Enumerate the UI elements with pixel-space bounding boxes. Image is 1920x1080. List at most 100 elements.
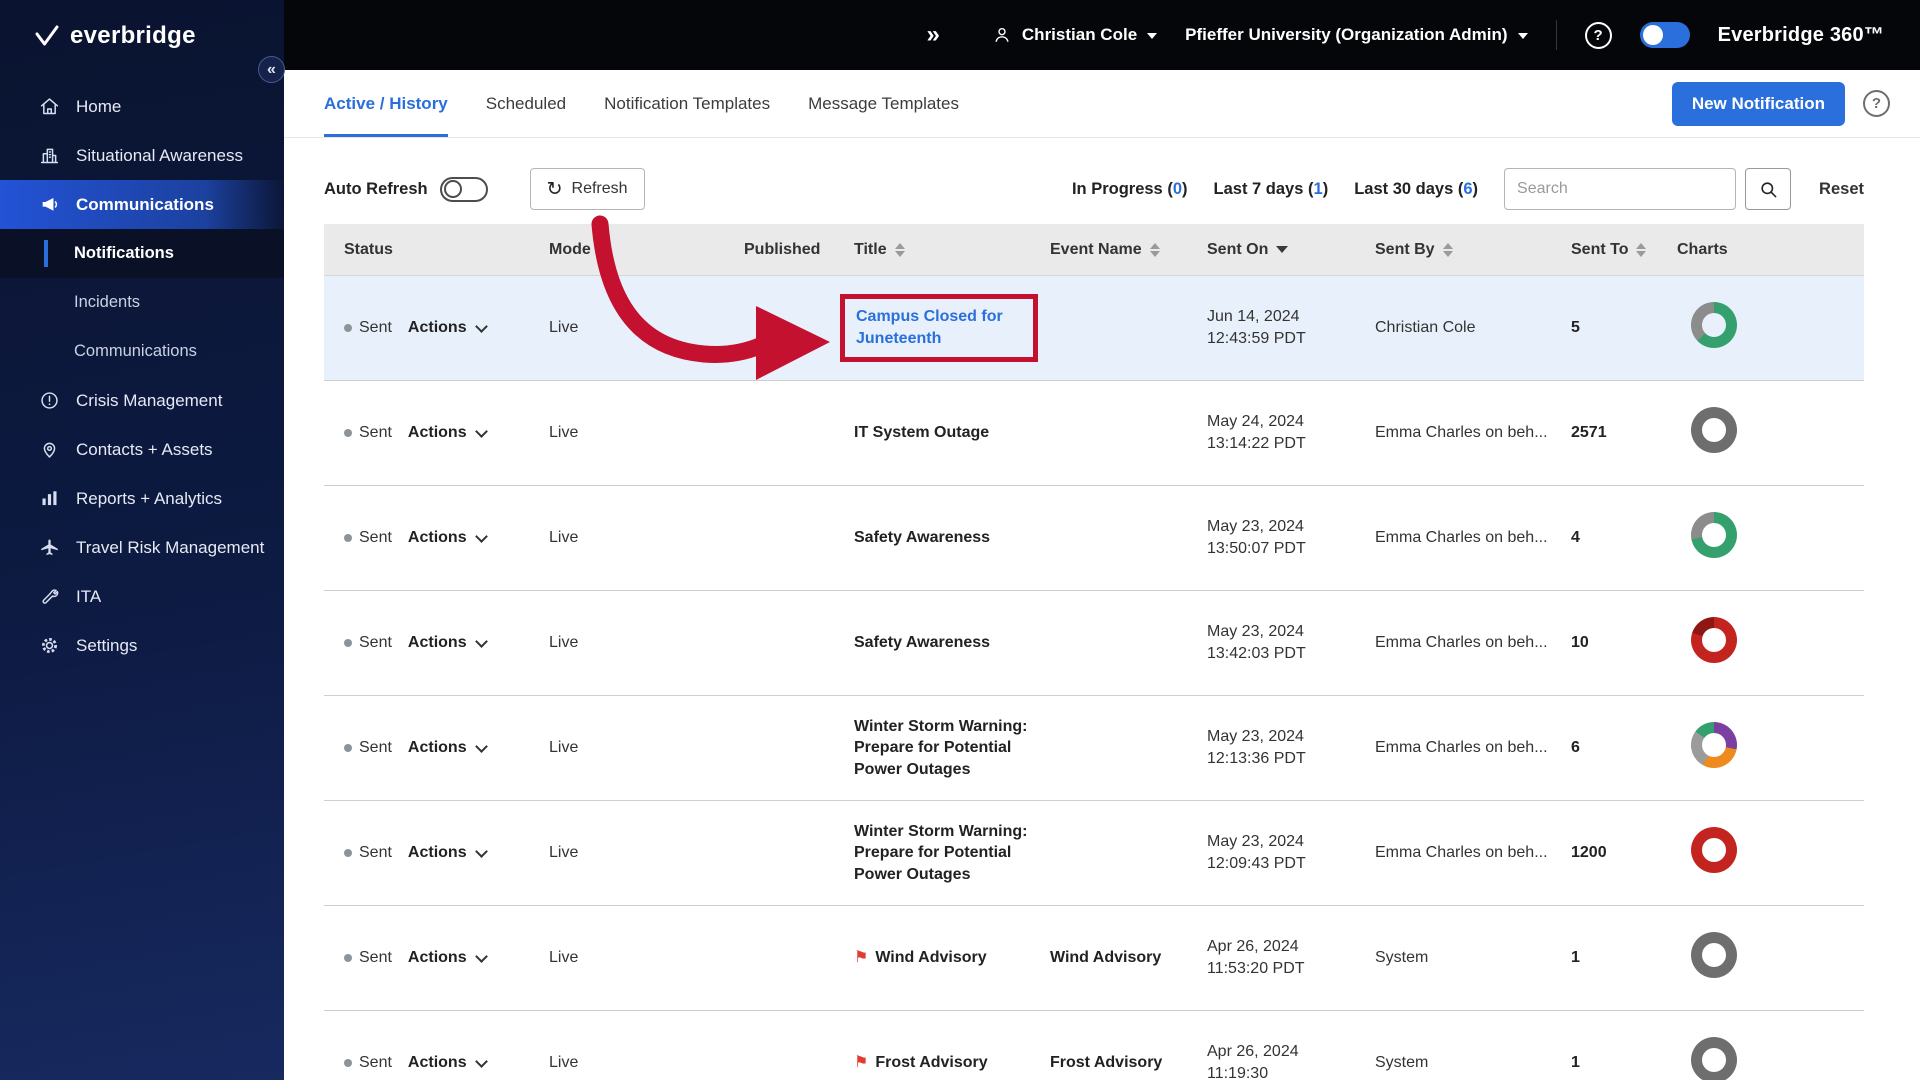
column-header-published: Published: [744, 241, 854, 259]
notification-title-link[interactable]: Campus Closed for Juneteenth: [840, 294, 1038, 362]
filter-last-7-days[interactable]: Last 7 days1: [1214, 180, 1329, 199]
column-header-event-name[interactable]: Event Name: [1050, 241, 1207, 259]
actions-dropdown[interactable]: Actions: [407, 632, 488, 654]
notification-title-link[interactable]: Safety Awareness: [854, 529, 990, 546]
table-row[interactable]: Sent Actions Live Safety Awareness May 23, 2…: [324, 486, 1864, 591]
chevron-down-icon: [474, 1054, 488, 1068]
chevron-down-icon: [474, 634, 488, 648]
sidebar-collapse-button[interactable]: «: [258, 56, 285, 83]
title-cell: Campus Closed for Juneteenth: [840, 294, 1050, 362]
new-notification-button[interactable]: New Notification: [1671, 81, 1845, 126]
table-row[interactable]: Sent Actions Live ⚑ Frost Advisory Frost Advi…: [324, 1011, 1864, 1080]
auto-refresh-label: Auto Refresh: [324, 179, 428, 198]
sidebar-item-ita[interactable]: ITA: [0, 572, 284, 621]
actions-dropdown[interactable]: Actions: [408, 1052, 488, 1074]
map-pin-icon: [38, 439, 60, 461]
sidebar-item-situational-awareness[interactable]: Situational Awareness: [0, 131, 284, 180]
sidebar-item-communications-sub[interactable]: Communications: [0, 327, 284, 376]
notification-title-link[interactable]: ⚑ Frost Advisory: [854, 1054, 988, 1071]
tab-active-history[interactable]: Active / History: [324, 70, 448, 137]
chevron-down-icon: [1147, 33, 1158, 39]
flag-icon: ⚑: [854, 949, 869, 967]
sidebar-item-reports-analytics[interactable]: Reports + Analytics: [0, 474, 284, 523]
everbridge360-toggle[interactable]: [1639, 22, 1690, 48]
sent-on-cell: May 23, 2024 12:13:36 PDT: [1207, 728, 1306, 767]
status-cell: Sent Actions: [344, 947, 549, 969]
delivery-donut-chart[interactable]: [1691, 616, 1737, 663]
sent-to-cell: 1200: [1571, 844, 1607, 862]
sent-on-cell: May 23, 2024 13:50:07 PDT: [1207, 518, 1306, 557]
delivery-donut-chart[interactable]: [1691, 301, 1737, 348]
expand-icon[interactable]: »: [927, 21, 940, 49]
column-header-sent-by[interactable]: Sent By: [1375, 241, 1571, 259]
sort-icon[interactable]: [1149, 242, 1160, 257]
table-row[interactable]: Sent Actions Live IT System Outage May 24, 2…: [324, 381, 1864, 486]
filter-in-progress[interactable]: In Progress0: [1072, 180, 1188, 199]
sent-on-cell: Apr 26, 2024 11:53:20 PDT: [1207, 938, 1305, 977]
notification-title-link[interactable]: Winter Storm Warning: Prepare for Potent…: [854, 823, 1027, 883]
notification-title-link[interactable]: IT System Outage: [854, 424, 989, 441]
delivery-donut-chart[interactable]: [1691, 511, 1737, 558]
sidebar-item-settings[interactable]: Settings: [0, 621, 284, 670]
delivery-donut-chart[interactable]: [1691, 406, 1737, 453]
help-icon[interactable]: ?: [1584, 21, 1612, 49]
tab-notification-templates[interactable]: Notification Templates: [604, 70, 770, 137]
delivery-donut-chart[interactable]: [1691, 826, 1737, 873]
column-header-sent-to[interactable]: Sent To: [1571, 241, 1677, 259]
sidebar-item-label: Communications: [74, 342, 197, 360]
user-menu[interactable]: Christian Cole: [992, 25, 1158, 45]
notification-title-link[interactable]: Winter Storm Warning: Prepare for Potent…: [854, 718, 1027, 778]
column-header-sent-on[interactable]: Sent On: [1207, 241, 1375, 259]
table-row[interactable]: Sent Actions Live ⚑ Wind Advisory Wind Adviso…: [324, 906, 1864, 1011]
actions-dropdown[interactable]: Actions: [408, 317, 488, 339]
sent-to-cell: 10: [1571, 634, 1589, 652]
tab-message-templates[interactable]: Message Templates: [808, 70, 959, 137]
sidebar-item-crisis-management[interactable]: Crisis Management: [0, 376, 284, 425]
column-header-label: Sent To: [1571, 240, 1629, 258]
sidebar-item-notifications[interactable]: Notifications: [0, 229, 284, 278]
help-icon[interactable]: ?: [1863, 90, 1890, 117]
refresh-button[interactable]: ↻ Refresh: [529, 168, 645, 210]
city-icon: [38, 145, 60, 167]
column-header-status: Status: [344, 241, 549, 259]
reset-button[interactable]: Reset: [1819, 180, 1864, 199]
sort-icon[interactable]: [1442, 242, 1453, 257]
search-input[interactable]: [1504, 168, 1737, 210]
actions-dropdown[interactable]: Actions: [408, 947, 488, 969]
column-header-label: Event Name: [1050, 240, 1142, 258]
column-header-title[interactable]: Title: [854, 241, 1050, 259]
sent-by-cell: System: [1375, 1054, 1429, 1072]
table-row[interactable]: Sent Actions Live Campus Closed for Junetee…: [324, 276, 1864, 381]
table-row[interactable]: Sent Actions Live Winter Storm Warning: Pre…: [324, 696, 1864, 801]
delivery-donut-chart[interactable]: [1691, 721, 1737, 768]
filter-last-30-days[interactable]: Last 30 days6: [1354, 180, 1478, 199]
auto-refresh-toggle[interactable]: [439, 176, 488, 202]
org-menu[interactable]: Pfieffer University (Organization Admin): [1185, 25, 1528, 45]
charts-cell: [1677, 301, 1864, 355]
actions-label: Actions: [407, 634, 467, 652]
status-label: Sent: [359, 844, 392, 862]
sidebar-item-home[interactable]: Home: [0, 82, 284, 131]
sort-icon[interactable]: [1636, 242, 1647, 257]
sidebar-item-communications[interactable]: Communications: [0, 180, 284, 229]
sidebar-item-contacts-assets[interactable]: Contacts + Assets: [0, 425, 284, 474]
table-row[interactable]: Sent Actions Live Winter Storm Warning: Pre…: [324, 801, 1864, 906]
actions-dropdown[interactable]: Actions: [408, 422, 488, 444]
table-row[interactable]: Sent Actions Live Safety Awareness May 23, 2…: [324, 591, 1864, 696]
status-cell: Sent Actions: [344, 842, 549, 864]
actions-dropdown[interactable]: Actions: [408, 737, 488, 759]
delivery-donut-chart[interactable]: [1691, 1036, 1737, 1080]
actions-dropdown[interactable]: Actions: [408, 527, 488, 549]
sidebar-item-travel-risk[interactable]: Travel Risk Management: [0, 523, 284, 572]
sort-icon[interactable]: [1276, 246, 1289, 253]
search-button[interactable]: [1745, 168, 1792, 210]
status-label: Sent: [359, 319, 392, 337]
notification-title-link[interactable]: ⚑ Wind Advisory: [854, 949, 987, 966]
delivery-donut-chart[interactable]: [1691, 931, 1737, 978]
sort-icon[interactable]: [894, 242, 905, 257]
bar-chart-icon: [38, 488, 60, 510]
sidebar-item-incidents[interactable]: Incidents: [0, 278, 284, 327]
tab-scheduled[interactable]: Scheduled: [486, 70, 566, 137]
actions-dropdown[interactable]: Actions: [408, 842, 488, 864]
notification-title-link[interactable]: Safety Awareness: [854, 634, 990, 651]
